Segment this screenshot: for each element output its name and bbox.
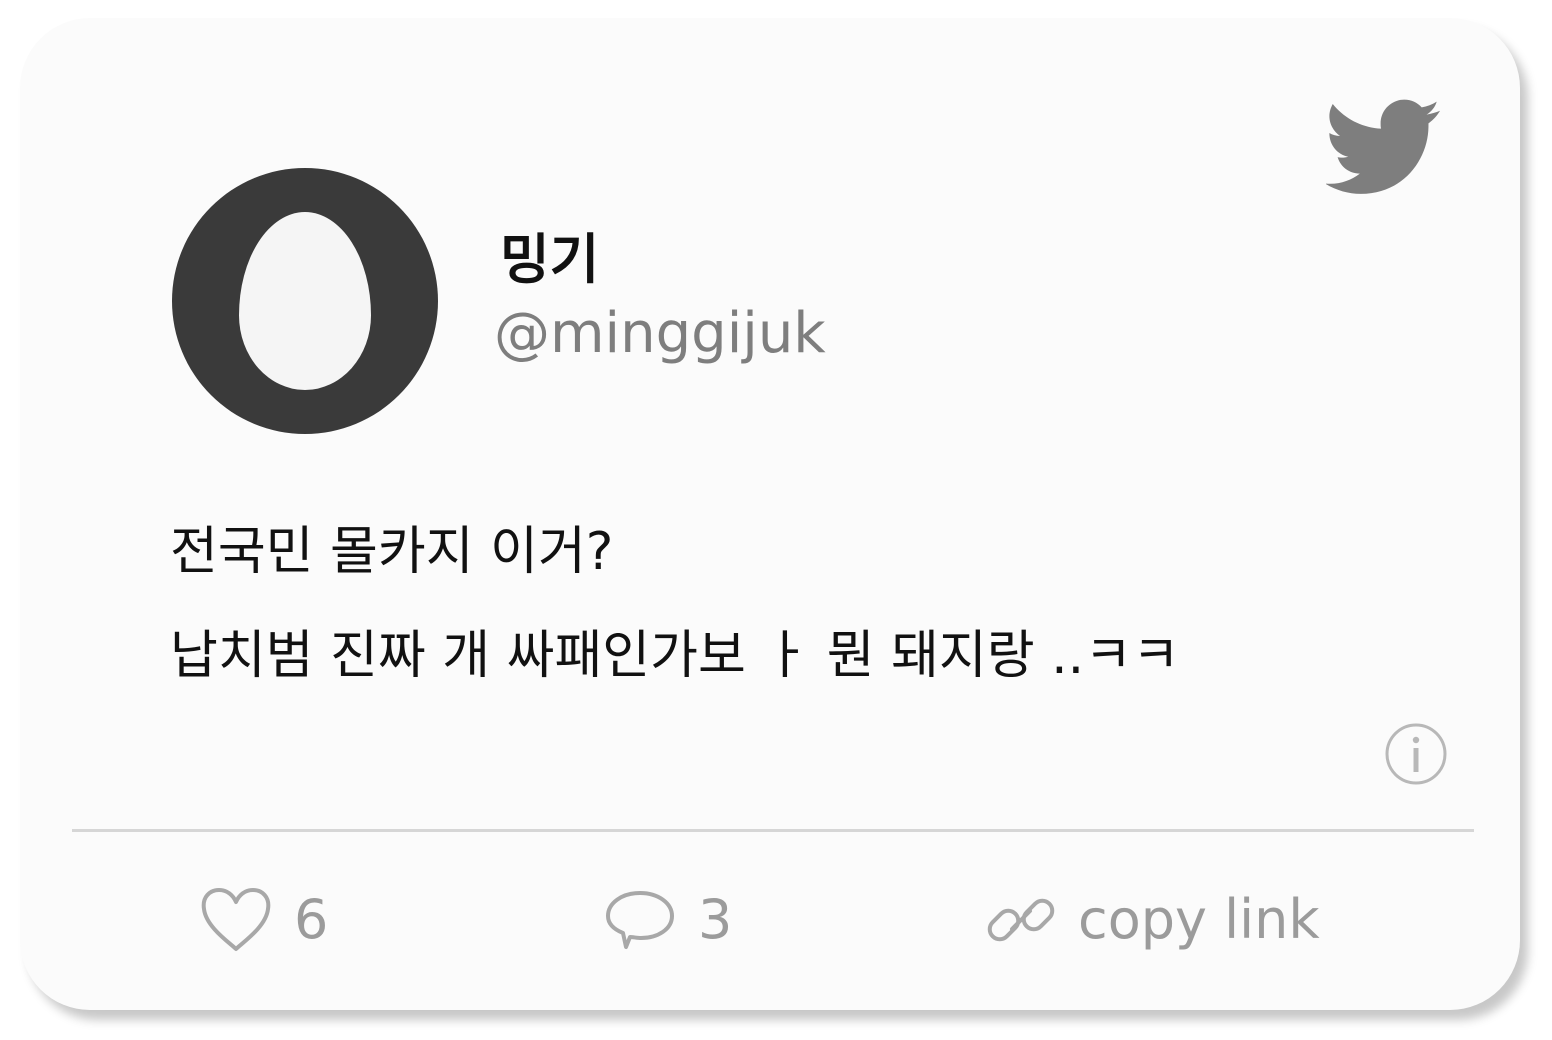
- copy-link-button[interactable]: copy link: [986, 880, 1320, 960]
- heart-icon: [201, 888, 271, 951]
- tweet-line: 전국민 몰카지 이거?: [170, 522, 614, 582]
- like-count: 6: [294, 888, 329, 951]
- display-name[interactable]: 밍기: [500, 222, 599, 298]
- link-icon: [987, 898, 1055, 942]
- tweet-line: 납치범 진짜 개 싸패인가보 ㅏ 뭔 돼지랑 ..ㅋㅋ: [170, 626, 1180, 686]
- like-button[interactable]: 6: [200, 880, 328, 960]
- twitter-bird-icon[interactable]: [1326, 98, 1442, 198]
- copy-link-label: copy link: [1078, 888, 1320, 951]
- divider: [72, 829, 1474, 832]
- info-icon[interactable]: [1384, 722, 1448, 786]
- reply-button[interactable]: 3: [604, 880, 732, 960]
- reply-count: 3: [698, 888, 733, 951]
- default-egg-icon: [239, 212, 371, 390]
- avatar[interactable]: [172, 168, 438, 434]
- user-handle[interactable]: @minggijuk: [494, 296, 826, 372]
- tweet-text: 전국민 몰카지 이거? 납치범 진짜 개 싸패인가보 ㅏ 뭔 돼지랑 ..ㅋㅋ: [170, 514, 1180, 722]
- speech-bubble-icon: [606, 891, 674, 949]
